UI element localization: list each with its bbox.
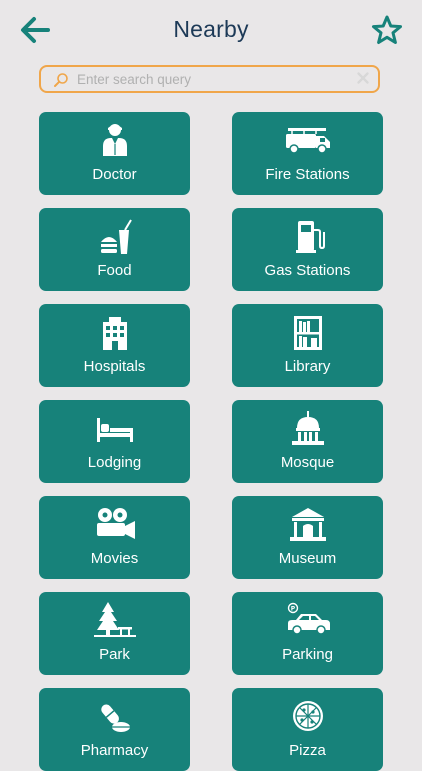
bed-icon [96,418,133,442]
tile-hospitals[interactable]: Hospitals [39,304,190,387]
gas-pump-icon [295,221,325,253]
tile-label: Pharmacy [80,742,149,759]
tile-museum[interactable]: Museum [232,496,383,579]
tile-label: Movies [90,550,139,567]
page-title: Nearby [173,16,249,42]
tile-label: Hospitals [83,358,146,375]
movie-camera-icon [96,508,135,539]
tile-doctor[interactable]: Doctor [39,112,190,195]
pizza-icon [292,701,323,731]
tile-label: Lodging [87,454,142,471]
tile-food[interactable]: Food [39,208,190,291]
tile-label: Fire Stations [265,166,350,183]
search-icon [54,73,68,87]
tile-lodging[interactable]: Lodging [39,400,190,483]
tile-label: Gas Stations [264,262,351,279]
tile-pizza[interactable]: Pizza [232,688,383,771]
tile-label: Doctor [92,166,137,183]
tile-parking[interactable]: P Parking [232,592,383,675]
tile-label: Park [99,646,130,663]
tile-label: Food [97,262,132,279]
tile-label: Parking [282,646,333,663]
clear-search-icon[interactable] [356,71,370,85]
search-bar [39,65,380,93]
doctor-icon [102,124,127,156]
food-icon [100,219,132,254]
tree-icon [93,602,136,637]
tile-library[interactable]: Library [232,304,383,387]
tile-gas-stations[interactable]: Gas Stations [232,208,383,291]
tile-label: Library [284,358,331,375]
tile-label: Mosque [280,454,335,471]
dome-icon [291,411,324,445]
search-input[interactable] [77,69,347,89]
parking-car-icon: P [287,602,330,635]
museum-icon [289,508,326,541]
tile-park[interactable]: Park [39,592,190,675]
fire-truck-icon [285,128,330,154]
pills-icon [100,704,130,732]
tile-movies[interactable]: Movies [39,496,190,579]
tile-mosque[interactable]: Mosque [232,400,383,483]
library-icon [293,316,322,350]
tile-fire-stations[interactable]: Fire Stations [232,112,383,195]
hospital-icon [102,317,127,350]
favorite-button[interactable] [371,14,403,46]
star-outline-icon [372,15,402,44]
tile-label: Museum [278,550,337,567]
tile-pharmacy[interactable]: Pharmacy [39,688,190,771]
svg-text:P: P [290,605,295,612]
tile-label: Pizza [289,742,326,759]
header: Nearby [0,0,422,60]
